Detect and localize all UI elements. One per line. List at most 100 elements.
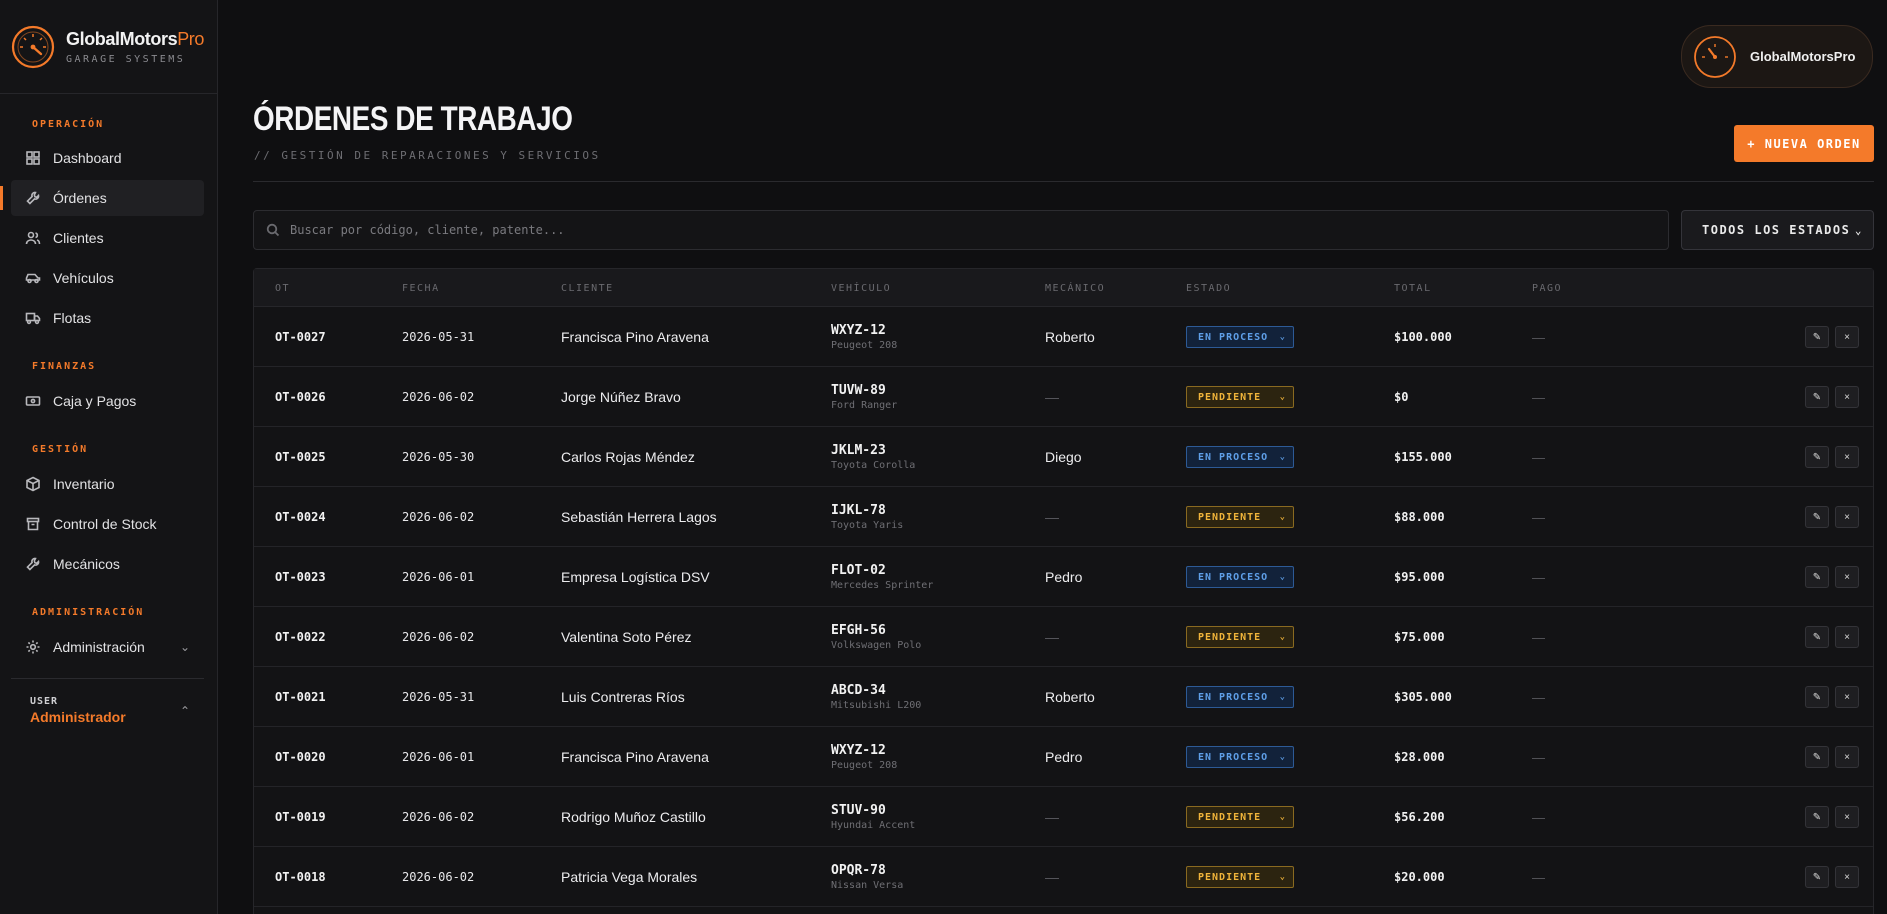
table-row[interactable]: OT-0023 2026-06-01 Empresa Logística DSV FL… [254, 547, 1873, 607]
brand[interactable]: GlobalMotorsPro GARAGE SYSTEMS [0, 0, 217, 94]
column-header-pago[interactable]: PAGO [1532, 283, 1562, 294]
wallet-icon [25, 396, 41, 406]
column-header-mecanico[interactable]: MECÁNICO [1045, 283, 1105, 294]
table-row[interactable]: OT-0024 2026-06-02 Sebastián Herrera Lagos… [254, 487, 1873, 547]
sidebar-item-ordenes[interactable]: Órdenes [0, 180, 204, 216]
delete-button[interactable]: × [1835, 566, 1859, 588]
table-row[interactable]: OT-0025 2026-05-30 Carlos Rojas Méndez JKLM… [254, 427, 1873, 487]
edit-button[interactable]: ✎ [1805, 746, 1829, 768]
chevron-down-icon: ⌄ [1279, 572, 1286, 582]
sidebar-item-administracion[interactable]: Administración ⌄ [11, 629, 204, 665]
table-row[interactable]: OT-0026 2026-06-02 Jorge Núñez Bravo TUVW-8… [254, 367, 1873, 427]
search-input[interactable] [290, 223, 1590, 237]
order-payment: — [1532, 449, 1545, 465]
status-select[interactable]: PENDIENTE ⌄ [1186, 866, 1294, 888]
status-select[interactable]: EN PROCESO ⌄ [1186, 446, 1294, 468]
search-icon [266, 223, 280, 237]
column-header-estado[interactable]: ESTADO [1186, 283, 1231, 294]
edit-button[interactable]: ✎ [1805, 506, 1829, 528]
sidebar-item-caja[interactable]: Caja y Pagos [11, 383, 204, 419]
order-code[interactable]: OT-0024 [275, 487, 326, 547]
delete-button[interactable]: × [1835, 446, 1859, 468]
order-total: $0 [1394, 390, 1409, 404]
order-status: EN PROCESO ⌄ [1186, 547, 1294, 607]
status-select[interactable]: PENDIENTE ⌄ [1186, 626, 1294, 648]
sidebar-item-stock[interactable]: Control de Stock [11, 506, 204, 542]
search-bar[interactable] [253, 210, 1669, 250]
vehicle-model: Toyota Corolla [831, 460, 916, 471]
edit-button[interactable]: ✎ [1805, 386, 1829, 408]
edit-button[interactable]: ✎ [1805, 626, 1829, 648]
column-header-total[interactable]: TOTAL [1394, 283, 1432, 294]
sidebar-item-vehiculos[interactable]: Vehículos [11, 260, 204, 296]
order-code[interactable]: OT-0027 [275, 307, 326, 367]
delete-button[interactable]: × [1835, 506, 1859, 528]
table-row[interactable]: OT-0021 2026-05-31 Luis Contreras Ríos ABCD… [254, 667, 1873, 727]
table-row[interactable]: OT-0020 2026-06-01 Francisca Pino Aravena W… [254, 727, 1873, 787]
order-date: 2026-06-02 [402, 810, 475, 824]
delete-button[interactable]: × [1835, 746, 1859, 768]
delete-button[interactable]: × [1835, 386, 1859, 408]
status-select[interactable]: PENDIENTE ⌄ [1186, 386, 1294, 408]
edit-button[interactable]: ✎ [1805, 866, 1829, 888]
order-code[interactable]: OT-0025 [275, 427, 326, 487]
column-header-vehiculo[interactable]: VEHÍCULO [831, 283, 891, 294]
sidebar-item-label: Inventario [53, 476, 115, 492]
order-total: $305.000 [1394, 690, 1452, 704]
delete-button[interactable]: × [1835, 626, 1859, 648]
status-label: PENDIENTE [1198, 811, 1262, 823]
status-label: EN PROCESO [1198, 331, 1269, 343]
vehicle-model: Peugeot 208 [831, 760, 898, 771]
order-date: 2026-05-30 [402, 450, 475, 464]
edit-button[interactable]: ✎ [1805, 446, 1829, 468]
status-label: PENDIENTE [1198, 391, 1262, 403]
column-header-ot[interactable]: OT [275, 283, 290, 294]
order-client: Empresa Logística DSV [561, 569, 710, 585]
sidebar-item-label: Órdenes [53, 190, 107, 206]
user-menu[interactable]: USER Administrador ⌃ [30, 696, 190, 725]
order-code[interactable]: OT-0021 [275, 667, 326, 727]
status-select[interactable]: EN PROCESO ⌄ [1186, 746, 1294, 768]
sidebar-item-mecanicos[interactable]: Mecánicos [11, 546, 204, 582]
status-select[interactable]: PENDIENTE ⌄ [1186, 506, 1294, 528]
edit-button[interactable]: ✎ [1805, 566, 1829, 588]
edit-button[interactable]: ✎ [1805, 326, 1829, 348]
delete-button[interactable]: × [1835, 806, 1859, 828]
edit-button[interactable]: ✎ [1805, 686, 1829, 708]
order-code[interactable]: OT-0019 [275, 787, 326, 847]
wrench-icon [26, 557, 40, 571]
order-status: PENDIENTE ⌄ [1186, 847, 1294, 907]
new-order-button[interactable]: + NUEVA ORDEN [1734, 125, 1874, 162]
column-header-cliente[interactable]: CLIENTE [561, 283, 614, 294]
table-row[interactable]: OT-0018 2026-06-02 Patricia Vega Morales OP… [254, 847, 1873, 907]
table-row[interactable]: OT-0027 2026-05-31 Francisca Pino Aravena W… [254, 307, 1873, 367]
status-select[interactable]: PENDIENTE ⌄ [1186, 806, 1294, 828]
chevron-down-icon: ⌄ [1279, 632, 1286, 642]
order-vehicle: FLOT-02 Mercedes Sprinter [831, 547, 933, 607]
brand-subtitle: GARAGE SYSTEMS [66, 53, 186, 65]
delete-button[interactable]: × [1835, 326, 1859, 348]
order-code[interactable]: OT-0018 [275, 847, 326, 907]
sidebar-item-inventario[interactable]: Inventario [11, 466, 204, 502]
column-header-fecha[interactable]: FECHA [402, 283, 440, 294]
edit-button[interactable]: ✎ [1805, 806, 1829, 828]
order-code[interactable]: OT-0022 [275, 607, 326, 667]
status-filter-select[interactable]: TODOS LOS ESTADOS ⌄ [1681, 210, 1874, 250]
status-select[interactable]: EN PROCESO ⌄ [1186, 686, 1294, 708]
order-code[interactable]: OT-0023 [275, 547, 326, 607]
sidebar-item-dashboard[interactable]: Dashboard [11, 140, 204, 176]
divider [253, 181, 1874, 182]
status-select[interactable]: EN PROCESO ⌄ [1186, 326, 1294, 348]
table-header: OT FECHA CLIENTE VEHÍCULO MECÁNICO ESTAD… [254, 269, 1873, 307]
table-row[interactable]: OT-0019 2026-06-02 Rodrigo Muñoz Castillo S… [254, 787, 1873, 847]
delete-button[interactable]: × [1835, 866, 1859, 888]
order-payment: — [1532, 629, 1545, 645]
order-code[interactable]: OT-0020 [275, 727, 326, 787]
status-select[interactable]: EN PROCESO ⌄ [1186, 566, 1294, 588]
delete-button[interactable]: × [1835, 686, 1859, 708]
order-code[interactable]: OT-0026 [275, 367, 326, 427]
sidebar-item-flotas[interactable]: Flotas [11, 300, 204, 336]
profile-pill[interactable]: GlobalMotorsPro [1681, 25, 1873, 88]
sidebar-item-clientes[interactable]: Clientes [11, 220, 204, 256]
table-row[interactable]: OT-0022 2026-06-02 Valentina Soto Pérez EFG… [254, 607, 1873, 667]
